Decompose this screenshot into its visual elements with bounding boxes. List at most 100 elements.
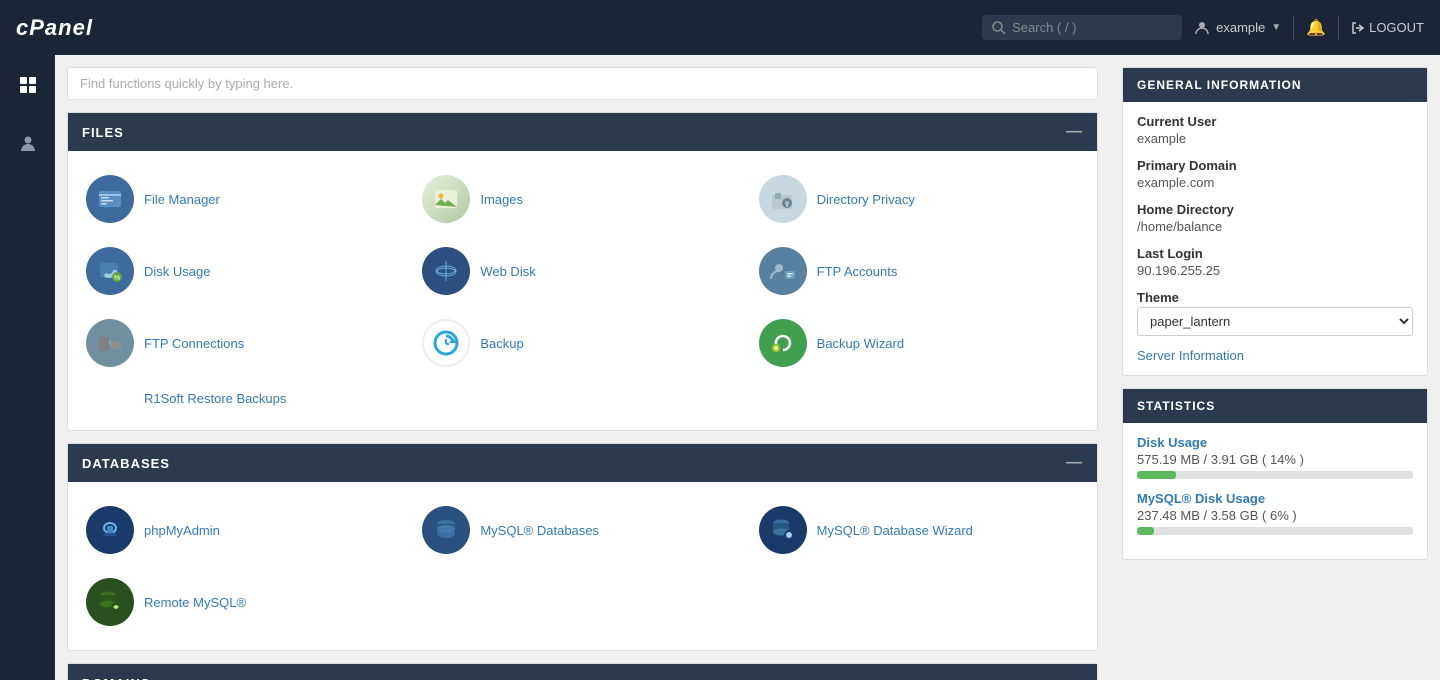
list-item[interactable]: FTP Accounts — [753, 239, 1085, 303]
theme-row: Theme paper_lantern — [1137, 290, 1413, 336]
list-item[interactable]: MySQL® Databases — [416, 498, 748, 562]
user-icon — [1194, 20, 1210, 36]
domains-collapse-icon[interactable]: — — [1066, 674, 1083, 680]
theme-label: Theme — [1137, 290, 1413, 305]
main-content: FILES — — [55, 55, 1110, 680]
directory-privacy-link[interactable]: Directory Privacy — [817, 192, 915, 207]
disk-usage-link[interactable]: Disk Usage — [144, 264, 210, 279]
backup-link[interactable]: Backup — [480, 336, 523, 351]
list-item[interactable]: Backup — [416, 311, 748, 375]
databases-section-header: DATABASES — — [68, 444, 1097, 482]
disk-usage-stat-value: 575.19 MB / 3.91 GB ( 14% ) — [1137, 452, 1413, 467]
home-directory-value: /home/balance — [1137, 219, 1413, 234]
databases-section-title: DATABASES — [82, 456, 170, 471]
files-section-header: FILES — — [68, 113, 1097, 151]
web-disk-icon — [422, 247, 470, 295]
list-item[interactable]: Web Disk — [416, 239, 748, 303]
statistics-card: STATISTICS Disk Usage 575.19 MB / 3.91 G… — [1122, 388, 1428, 560]
mysql-disk-usage-progress-wrap — [1137, 527, 1413, 535]
general-info-header: GENERAL INFORMATION — [1123, 68, 1427, 102]
last-login-row: Last Login 90.196.255.25 — [1137, 246, 1413, 278]
remote-mysql-icon — [86, 578, 134, 626]
web-disk-link[interactable]: Web Disk — [480, 264, 535, 279]
ftp-connections-link[interactable]: FTP Connections — [144, 336, 244, 351]
disk-usage-progress-wrap — [1137, 471, 1413, 479]
search-box[interactable] — [982, 15, 1182, 40]
mysql-disk-usage-stat-link[interactable]: MySQL® Disk Usage — [1137, 491, 1265, 506]
mysql-disk-usage-progress-bar — [1137, 527, 1154, 535]
quick-find-input[interactable] — [80, 76, 1085, 91]
last-login-label: Last Login — [1137, 246, 1413, 261]
backup-wizard-link[interactable]: Backup Wizard — [817, 336, 904, 351]
logout-button[interactable]: LOGOUT — [1351, 20, 1424, 35]
list-item[interactable]: phpMyAdmin — [80, 498, 412, 562]
list-item[interactable]: % Disk Usage — [80, 239, 412, 303]
current-user-row: Current User example — [1137, 114, 1413, 146]
files-icon-grid: File Manager Images — [80, 167, 1085, 414]
list-item[interactable]: Images — [416, 167, 748, 231]
files-collapse-icon[interactable]: — — [1066, 123, 1083, 141]
server-information-link[interactable]: Server Information — [1137, 348, 1413, 363]
databases-icon-grid: phpMyAdmin MySQL® Databases — [80, 498, 1085, 634]
mysql-databases-link[interactable]: MySQL® Databases — [480, 523, 599, 538]
home-directory-label: Home Directory — [1137, 202, 1413, 217]
databases-section: DATABASES — — [67, 443, 1098, 651]
dropdown-arrow-icon: ▼ — [1271, 22, 1281, 33]
databases-section-body: phpMyAdmin MySQL® Databases — [68, 482, 1097, 650]
disk-usage-icon: % — [86, 247, 134, 295]
list-item[interactable]: R1Soft Restore Backups — [80, 383, 1085, 414]
phpmyadmin-link[interactable]: phpMyAdmin — [144, 523, 220, 538]
theme-select[interactable]: paper_lantern — [1137, 307, 1413, 336]
list-item[interactable]: Backup Wizard — [753, 311, 1085, 375]
sidebar — [0, 55, 55, 680]
list-item[interactable]: Remote MySQL® — [80, 570, 412, 634]
file-manager-icon — [86, 175, 134, 223]
list-item[interactable]: File Manager — [80, 167, 412, 231]
logout-icon — [1351, 21, 1365, 35]
mysql-disk-usage-stat: MySQL® Disk Usage 237.48 MB / 3.58 GB ( … — [1137, 491, 1413, 535]
disk-usage-stat: Disk Usage 575.19 MB / 3.91 GB ( 14% ) — [1137, 435, 1413, 479]
quick-find-box[interactable] — [67, 67, 1098, 100]
brand-logo: cPanel — [16, 15, 93, 41]
domains-section-header: DOMAINS — — [68, 664, 1097, 680]
primary-domain-value: example.com — [1137, 175, 1413, 190]
mysql-wizard-icon — [759, 506, 807, 554]
search-icon — [992, 21, 1006, 35]
statistics-body: Disk Usage 575.19 MB / 3.91 GB ( 14% ) M… — [1123, 423, 1427, 559]
remote-mysql-link[interactable]: Remote MySQL® — [144, 595, 246, 610]
sidebar-users-icon[interactable] — [10, 125, 46, 167]
directory-privacy-icon — [759, 175, 807, 223]
phpmyadmin-icon — [86, 506, 134, 554]
top-navigation: cPanel example ▼ 🔔 LOGOUT — [0, 0, 1440, 55]
file-manager-link[interactable]: File Manager — [144, 192, 220, 207]
main-layout: FILES — — [0, 55, 1440, 680]
domains-section: DOMAINS — — [67, 663, 1098, 680]
sidebar-grid-icon[interactable] — [10, 67, 46, 109]
user-menu[interactable]: example ▼ — [1194, 20, 1281, 36]
username-label: example — [1216, 20, 1265, 35]
nav-divider — [1293, 16, 1294, 40]
r1soft-link[interactable]: R1Soft Restore Backups — [86, 391, 286, 406]
disk-usage-progress-bar — [1137, 471, 1176, 479]
mysql-databases-icon — [422, 506, 470, 554]
mysql-wizard-link[interactable]: MySQL® Database Wizard — [817, 523, 973, 538]
general-info-body: Current User example Primary Domain exam… — [1123, 102, 1427, 375]
current-user-label: Current User — [1137, 114, 1413, 129]
right-panel: GENERAL INFORMATION Current User example… — [1110, 55, 1440, 680]
list-item[interactable]: Directory Privacy — [753, 167, 1085, 231]
nav-divider-2 — [1338, 16, 1339, 40]
statistics-header: STATISTICS — [1123, 389, 1427, 423]
notifications-bell-icon[interactable]: 🔔 — [1306, 18, 1326, 38]
backup-icon — [422, 319, 470, 367]
backup-wizard-icon — [759, 319, 807, 367]
ftp-accounts-link[interactable]: FTP Accounts — [817, 264, 898, 279]
search-input[interactable] — [1012, 20, 1152, 35]
disk-usage-stat-link[interactable]: Disk Usage — [1137, 435, 1207, 450]
current-user-value: example — [1137, 131, 1413, 146]
databases-collapse-icon[interactable]: — — [1066, 454, 1083, 472]
svg-text:%: % — [114, 275, 120, 282]
images-link[interactable]: Images — [480, 192, 523, 207]
list-item[interactable]: MySQL® Database Wizard — [753, 498, 1085, 562]
files-section-body: File Manager Images — [68, 151, 1097, 430]
list-item[interactable]: FTP Connections — [80, 311, 412, 375]
